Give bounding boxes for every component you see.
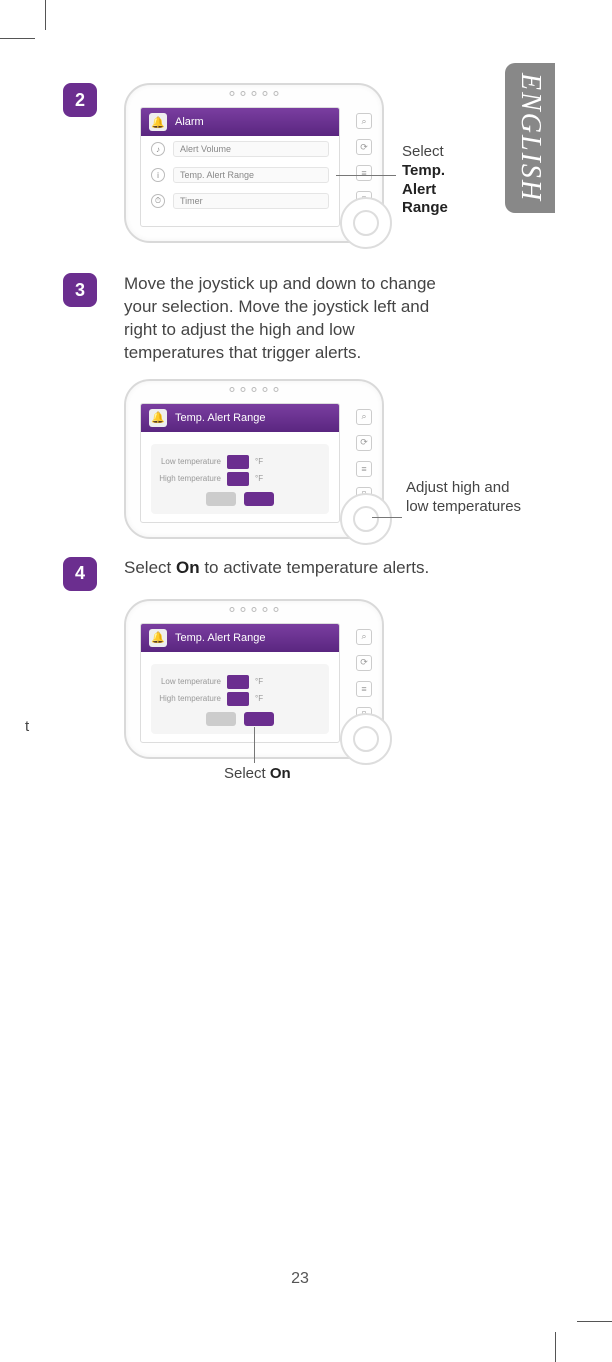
step-badge-4: 4 xyxy=(63,557,97,591)
low-value xyxy=(227,675,249,689)
list-item: ⏱Timer xyxy=(141,188,339,214)
screen-header: 🔔 Temp. Alert Range xyxy=(141,624,339,652)
device-screen: 🔔 Temp. Alert Range Low temperature°F Hi… xyxy=(140,623,340,743)
step-badge-2: 2 xyxy=(63,83,97,117)
crop-mark xyxy=(45,0,46,30)
low-value xyxy=(227,455,249,469)
crop-mark xyxy=(577,1321,612,1322)
high-value xyxy=(227,472,249,486)
screen-title: Temp. Alert Range xyxy=(175,412,266,424)
step4-text: Select On to activate temperature alerts… xyxy=(124,557,429,591)
timer-icon: ⏱ xyxy=(151,194,165,208)
device-mock-step2: 🔔 Alarm ♪Alert Volume iTemp. Alert Range… xyxy=(124,83,384,243)
list-item: iTemp. Alert Range xyxy=(141,162,339,188)
screen-header: 🔔 Alarm xyxy=(141,108,339,136)
callout-adjust: Adjust high and low temperatures xyxy=(406,479,526,517)
screen-title: Alarm xyxy=(175,116,204,128)
bell-icon: 🔔 xyxy=(149,629,167,647)
side-buttons: ⌕⟳≡▯ xyxy=(356,409,372,503)
side-buttons: ⌕⟳≡▯ xyxy=(356,629,372,723)
crop-mark xyxy=(555,1332,556,1362)
high-value xyxy=(227,692,249,706)
screen-header: 🔔 Temp. Alert Range xyxy=(141,404,339,432)
joystick-dial xyxy=(340,197,392,249)
joystick-dial xyxy=(340,713,392,765)
screen-title: Temp. Alert Range xyxy=(175,632,266,644)
stray-char: t xyxy=(25,718,29,735)
volume-icon: ♪ xyxy=(151,142,165,156)
crop-mark xyxy=(0,38,35,39)
bell-icon: 🔔 xyxy=(149,113,167,131)
callout-select-temp: Select Temp. Alert Range xyxy=(402,143,448,218)
on-button xyxy=(244,492,274,506)
callout-select-on: Select On xyxy=(224,765,291,784)
device-screen: 🔔 Alarm ♪Alert Volume iTemp. Alert Range… xyxy=(140,107,340,227)
thermometer-icon: i xyxy=(151,168,165,182)
step3-text: Move the joystick up and down to change … xyxy=(124,273,454,365)
off-button xyxy=(206,712,236,726)
side-buttons: ⌕⟳≡▯ xyxy=(356,113,372,207)
list-item: ♪Alert Volume xyxy=(141,136,339,162)
joystick-dial xyxy=(340,493,392,545)
off-button xyxy=(206,492,236,506)
device-screen: 🔔 Temp. Alert Range Low temperature°F Hi… xyxy=(140,403,340,523)
bell-icon: 🔔 xyxy=(149,409,167,427)
page-number: 23 xyxy=(291,1270,309,1288)
device-mock-step3: 🔔 Temp. Alert Range Low temperature°F Hi… xyxy=(124,379,384,539)
step-badge-3: 3 xyxy=(63,273,97,307)
page-content: ENGLISH t 2 🔔 Alarm ♪Alert Volume iTemp.… xyxy=(50,48,550,1308)
on-button xyxy=(244,712,274,726)
